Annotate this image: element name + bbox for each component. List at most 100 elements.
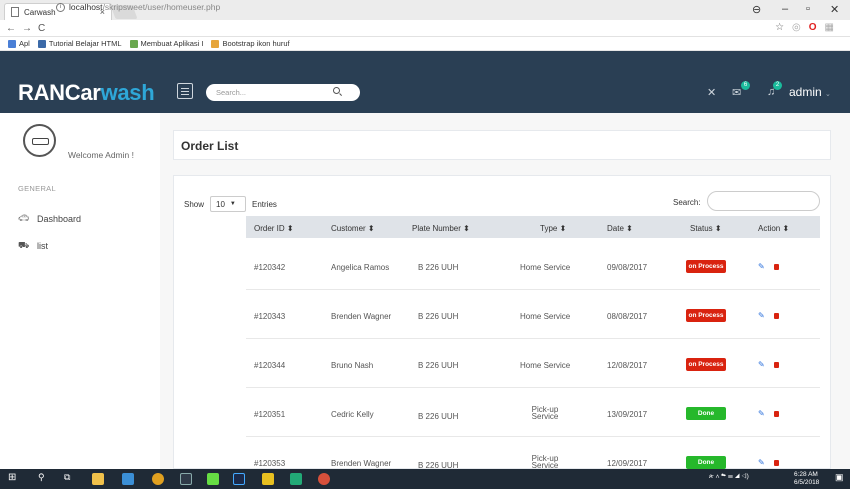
bookmark-bootstrap[interactable]: Bootstrap ikon huruf [211,39,290,48]
url-field[interactable]: i localhost /skripsweet/user/homeuser.ph… [56,2,220,12]
edit-icon[interactable]: ✎ [758,458,765,467]
column-header-order-id[interactable]: Order ID ⬍ [254,224,294,233]
edit-icon[interactable]: ✎ [758,311,765,320]
type-cell: Home Service [520,361,571,370]
sidebar-item-list[interactable]: ⛟ list [18,240,48,252]
opera-icon[interactable]: O [809,22,817,33]
mail-icon[interactable]: ✉ [732,86,741,99]
xampp-icon[interactable] [318,473,330,485]
column-header-type[interactable]: Type ⬍ [540,224,566,233]
tab-title: Carwash [24,7,56,17]
photoshop-icon[interactable] [233,473,245,485]
bell-badge: 2 [773,81,782,90]
customer-cell: Bruno Nash [331,361,374,370]
bookmark-icon [211,39,220,48]
customer-cell: Brenden Wagner [331,312,392,321]
date-cell: 12/08/2017 [607,361,648,370]
chrome-icon[interactable] [152,473,164,485]
type-cell: Home Service [520,312,571,321]
date-cell: 08/08/2017 [607,312,648,321]
close-window-icon[interactable]: ✕ [830,3,839,16]
maximize-icon[interactable]: ▫ [806,3,810,15]
star-icon[interactable]: ☆ [775,22,784,33]
brand-logo[interactable]: RANCarwash [18,80,155,106]
edit-icon[interactable]: ✎ [758,409,765,418]
reload-icon[interactable]: C [38,23,45,34]
task-view-icon[interactable]: ⧉ [64,472,70,483]
title-panel [173,130,831,160]
order-id-cell: #120343 [254,312,286,321]
clock-date: 6/5/2018 [794,479,820,486]
app-icon[interactable] [207,473,219,485]
page-title: Order List [181,139,239,153]
table-search-label: Search: [673,198,701,207]
type-cell: Home Service [520,263,571,272]
column-header-plate[interactable]: Plate Number ⬍ [412,224,470,233]
table-search-input[interactable] [707,191,820,211]
bookmark-apps[interactable]: Apl [8,39,30,48]
fullscreen-icon[interactable]: ✕ [707,86,716,99]
search-placeholder: Search... [216,88,247,97]
profile-icon[interactable]: ⊖ [752,3,761,16]
bookmarks-bar: Apl Tutorial Belajar HTML Membuat Aplika… [0,37,850,51]
browser-tools: ☆ ◎ O ▦ [775,22,834,33]
delete-icon[interactable] [774,313,779,319]
windows-start-icon[interactable]: ⊞ [8,472,16,483]
column-header-customer[interactable]: Customer ⬍ [331,224,375,233]
order-id-cell: #120344 [254,361,286,370]
document-icon [11,7,19,17]
menu-toggle-button[interactable] [177,83,193,99]
type-cell: Pick-up Service [531,454,559,470]
delete-icon[interactable] [774,460,779,466]
mail-app-icon[interactable] [180,473,192,485]
status-badge: Done [686,407,726,420]
date-cell: 12/09/2017 [607,459,648,468]
cart-icon: ⛟ [18,240,30,250]
order-id-cell: #120351 [254,410,286,419]
entries-select[interactable]: 10 ▼ [210,196,247,212]
apps-icon [8,39,16,48]
url-path: /skripsweet/user/homeuser.php [102,2,221,12]
back-icon[interactable]: ← [6,23,16,34]
type-cell: Pick-up Service [531,405,559,421]
sidebar-item-dashboard[interactable]: 🚗︎ Dashboard [18,213,81,224]
explorer-icon[interactable] [122,473,134,485]
status-badge: on Process [686,260,726,273]
sidebar-section-label: GENERAL [18,184,56,193]
info-icon[interactable]: i [56,2,65,12]
taskbar-search-icon[interactable]: ⚲ [38,472,45,483]
menu-dots-icon[interactable]: ▦ [825,22,834,33]
sublime-icon[interactable] [262,473,274,485]
date-cell: 09/08/2017 [607,263,648,272]
notification-icon[interactable]: ▣ [835,472,844,483]
user-menu[interactable]: admin ⌄ [789,85,831,99]
bookmark-icon [129,39,138,48]
welcome-text: Welcome Admin ! [68,150,134,160]
customer-cell: Brenden Wagner [331,459,392,468]
plate-cell: B 226 UUH [418,312,459,321]
edit-icon[interactable]: ✎ [758,262,765,271]
search-icon[interactable] [333,87,340,94]
notepad-icon[interactable] [290,473,302,485]
order-id-cell: #120353 [254,459,286,468]
delete-icon[interactable] [774,411,779,417]
plate-cell: B 226 UUH [418,361,459,370]
delete-icon[interactable] [774,264,779,270]
tray-icons[interactable]: ጵ ∧ ☁ ☰ ◢ ◁) [709,473,749,481]
edit-icon[interactable]: ✎ [758,360,765,369]
column-header-action[interactable]: Action ⬍ [758,224,789,233]
column-header-date[interactable]: Date ⬍ [607,224,633,233]
customer-cell: Cedric Kelly [331,410,374,419]
extension-icon[interactable]: ◎ [792,22,801,33]
store-icon[interactable] [92,473,104,485]
bookmark-tutorial[interactable]: Tutorial Belajar HTML [37,39,122,48]
column-header-status[interactable]: Status ⬍ [690,224,722,233]
sidebar [0,113,160,469]
minimize-icon[interactable]: – [782,3,788,15]
delete-icon[interactable] [774,362,779,368]
status-badge: Done [686,456,726,469]
forward-icon[interactable]: → [22,23,32,34]
status-badge: on Process [686,309,726,322]
bookmark-membuat[interactable]: Membuat Aplikasi I [129,39,203,48]
header-search-input[interactable]: Search... [206,84,360,101]
